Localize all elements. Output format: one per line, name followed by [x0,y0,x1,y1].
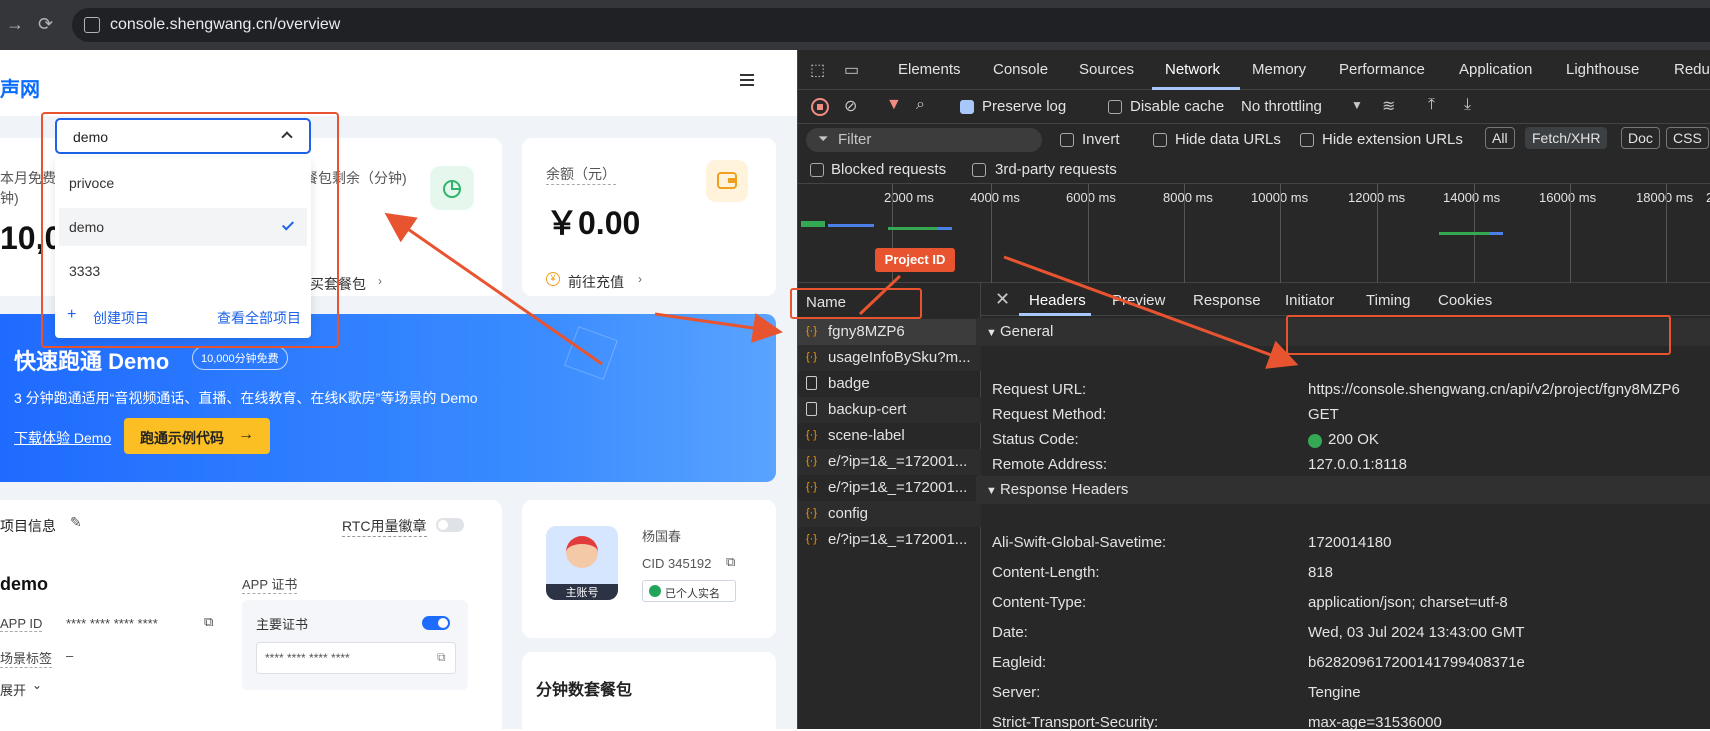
label-pointer [858,274,902,316]
arrow-to-url [1003,255,1299,369]
arrow-to-dropdown [384,212,603,366]
annotation-arrows [384,212,1299,369]
arrow-to-request [654,312,783,343]
project-id-annotation: Project ID [875,248,955,272]
